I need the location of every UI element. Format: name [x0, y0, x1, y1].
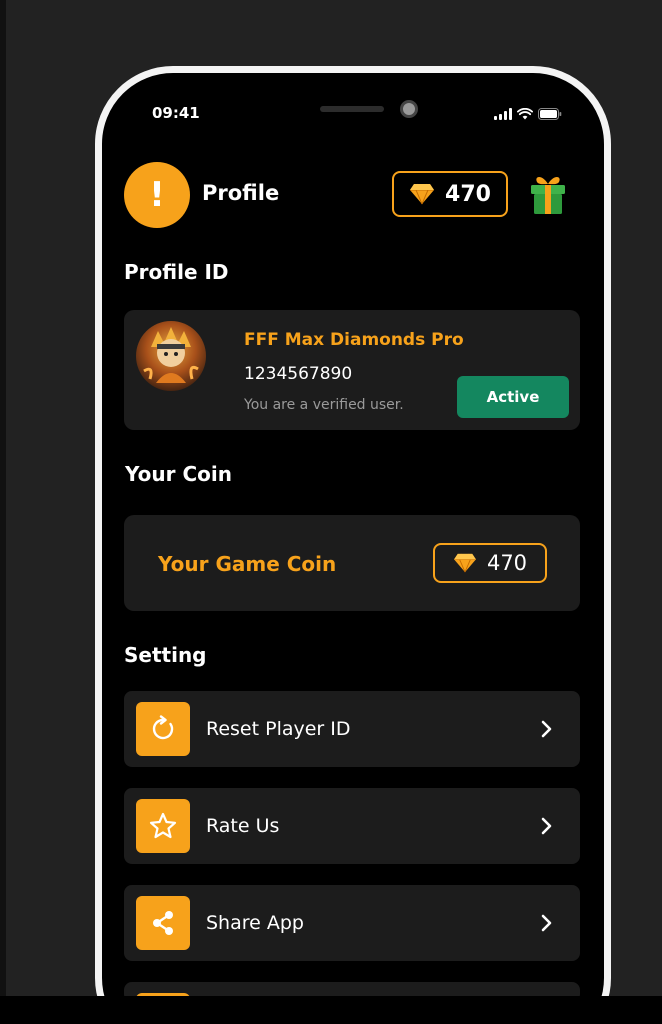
setting-heading: Setting — [124, 643, 207, 667]
game-coin-badge: 470 — [433, 543, 547, 583]
game-coin-value: 470 — [486, 551, 528, 575]
phone-notch — [216, 78, 490, 130]
diamond-icon — [410, 183, 435, 205]
chevron-right-icon — [541, 914, 552, 932]
coin-balance-value: 470 — [445, 181, 491, 207]
page-title: Profile — [202, 181, 280, 205]
status-time: 09:41 — [152, 104, 200, 122]
wifi-icon — [517, 108, 533, 120]
setting-row-rate-us[interactable] — [124, 788, 580, 864]
cellular-signal-icon — [494, 108, 512, 120]
chevron-right-icon — [541, 720, 552, 738]
reset-icon — [136, 702, 190, 756]
background-edge — [0, 0, 6, 1024]
player-avatar — [136, 321, 206, 391]
front-camera — [400, 100, 418, 118]
gift-icon[interactable] — [528, 174, 568, 216]
share-icon — [136, 896, 190, 950]
alert-avatar-button[interactable]: ! — [124, 162, 190, 228]
setting-row-reset-player-id[interactable] — [124, 691, 580, 767]
player-name: FFF Max Diamonds Pro — [244, 330, 464, 350]
coin-balance-badge[interactable]: 470 — [392, 171, 508, 217]
verified-status-text: You are a verified user. — [244, 397, 404, 413]
chevron-right-icon — [541, 817, 552, 835]
setting-label-rate-us: Rate Us — [206, 815, 280, 837]
diamond-icon — [454, 553, 476, 573]
player-id: 1234567890 — [244, 364, 353, 384]
profile-id-heading: Profile ID — [124, 260, 229, 284]
game-coin-label: Your Game Coin — [158, 552, 337, 576]
setting-label-share-app: Share App — [206, 912, 304, 934]
setting-label-reset-player-id: Reset Player ID — [206, 718, 351, 740]
bottom-bar — [0, 996, 662, 1024]
active-status-button[interactable]: Active — [457, 376, 569, 418]
setting-row-share-app[interactable] — [124, 885, 580, 961]
star-icon — [136, 799, 190, 853]
speaker-grille — [320, 106, 384, 112]
your-coin-heading: Your Coin — [125, 462, 232, 486]
battery-icon — [538, 108, 562, 120]
status-icons — [494, 108, 562, 120]
alert-icon: ! — [149, 175, 165, 215]
